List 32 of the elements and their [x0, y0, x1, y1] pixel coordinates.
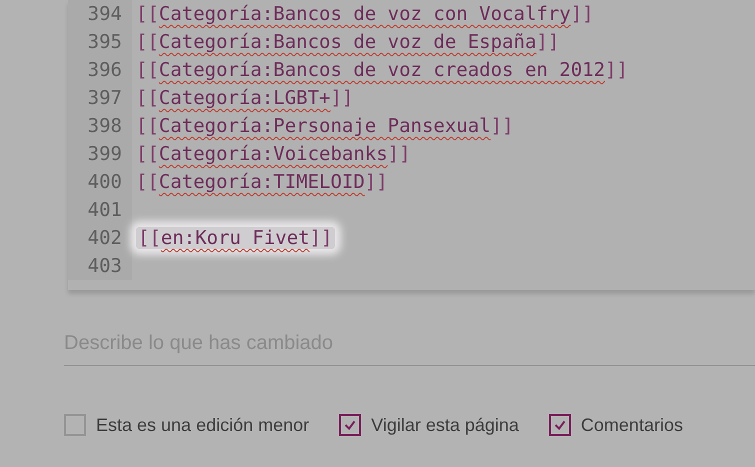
wikilink[interactable]: Categoría:Bancos de voz creados en 2012 — [158, 59, 606, 81]
wikilink[interactable]: en:Koru Fivet — [160, 227, 310, 249]
wikilink[interactable]: Categoría:Personaje Pansexual — [158, 115, 491, 137]
line-number: 400 — [86, 170, 123, 195]
checkbox-label[interactable]: Vigilar esta página — [371, 414, 519, 436]
line-number: 399 — [86, 142, 123, 167]
line-number: 402 — [86, 226, 123, 251]
code-line: [[Categoría:Bancos de voz con Vocalfry]] — [136, 3, 594, 25]
checkbox[interactable] — [548, 414, 571, 436]
line-number: 396 — [86, 58, 123, 83]
wikilink[interactable]: Categoría:Bancos de voz con Vocalfry — [158, 3, 571, 25]
code-line: [[Categoría:Bancos de voz creados en 2012]] — [136, 59, 628, 81]
code-line: [[Categoría:TIMELOID]] — [136, 171, 388, 193]
line-number: 403 — [86, 254, 123, 279]
wikilink[interactable]: Categoría:Voicebanks — [158, 143, 388, 165]
code-line: [[Categoría:Voicebanks]] — [136, 143, 411, 165]
line-number: 397 — [86, 86, 123, 111]
wikilink[interactable]: Categoría:Bancos de voz de España — [158, 31, 536, 53]
wikilink[interactable]: Categoría:LGBT+ — [158, 87, 330, 109]
code-line: [[Categoría:Bancos de voz de España]] — [136, 31, 560, 53]
checkbox[interactable] — [64, 414, 86, 436]
checkbox[interactable] — [339, 414, 362, 436]
code-line: [[Categoría:LGBT+]] — [136, 87, 354, 109]
line-number: 398 — [86, 114, 123, 139]
line-number: 394 — [86, 2, 123, 27]
checkbox-label[interactable]: Esta es una edición menor — [96, 414, 310, 436]
wikilink[interactable]: Categoría:TIMELOID — [158, 171, 365, 193]
code-line: [[Categoría:Personaje Pansexual]] — [136, 115, 514, 137]
line-number: 395 — [86, 30, 123, 55]
line-number: 401 — [86, 198, 123, 223]
checkbox-label[interactable]: Comentarios — [580, 414, 683, 436]
code-editor[interactable] — [68, 0, 755, 290]
